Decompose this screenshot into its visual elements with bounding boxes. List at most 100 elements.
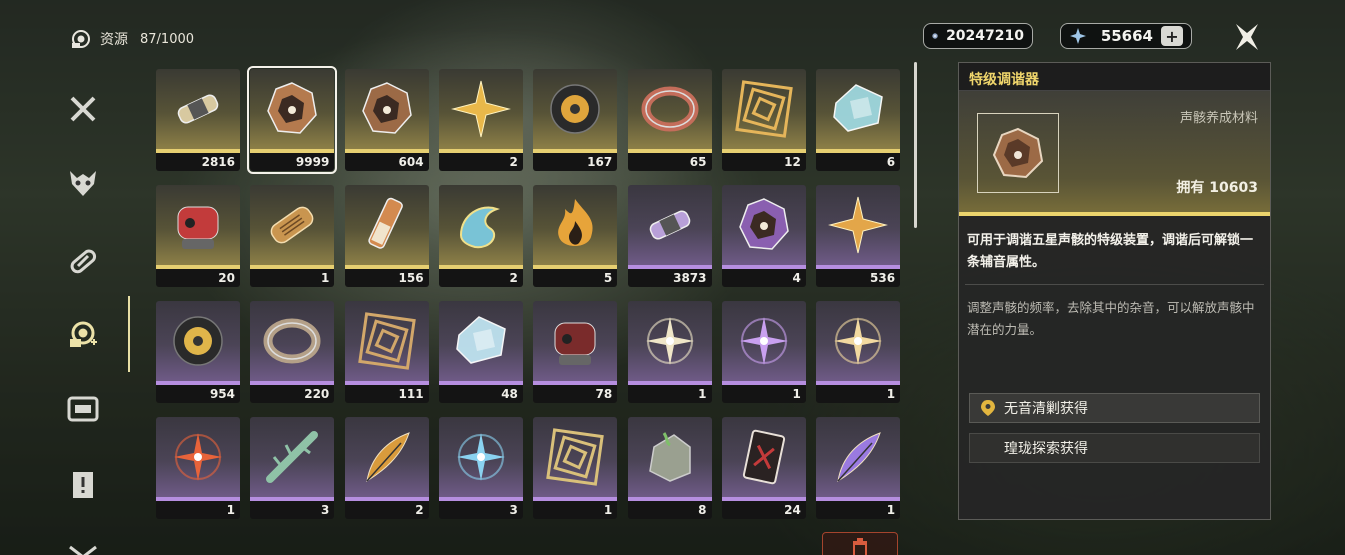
sidebar-item-mail[interactable]	[60, 532, 106, 555]
inventory-item[interactable]: 3	[250, 417, 335, 519]
item-quantity: 2	[344, 501, 429, 519]
resource-capacity: 87/1000	[140, 31, 195, 47]
inventory-item[interactable]: 2	[438, 185, 523, 287]
trash-icon	[853, 538, 867, 555]
inventory-item[interactable]: 536	[816, 185, 901, 287]
tuner-icon	[738, 198, 789, 250]
star-shard-icon	[828, 196, 889, 254]
inventory-item[interactable]: 12	[721, 69, 806, 171]
item-art	[816, 417, 901, 497]
inventory-item[interactable]: 1	[721, 301, 806, 403]
mask-icon	[554, 322, 596, 365]
item-quantity: 111	[344, 385, 429, 403]
item-quantity: 1	[816, 385, 901, 403]
item-quantity: 3	[438, 501, 523, 519]
canister-icon	[177, 94, 219, 124]
inventory-item[interactable]: 156	[344, 185, 429, 287]
item-art	[250, 301, 335, 381]
inventory-item[interactable]: 167	[533, 69, 618, 171]
item-quantity: 536	[816, 269, 901, 287]
inventory-item[interactable]: 604	[344, 69, 429, 171]
inventory-item[interactable]: 1	[533, 417, 618, 519]
item-quantity: 5	[533, 269, 618, 287]
grid-scrollbar[interactable]	[914, 62, 917, 228]
shell-credit-counter: 20247210	[923, 23, 1033, 49]
sidebar-item-quest-items[interactable]	[60, 462, 106, 508]
resource-title: 资源	[100, 32, 128, 48]
item-art	[721, 69, 806, 149]
item-quantity: 48	[438, 385, 523, 403]
sidebar-item-resources[interactable]	[60, 312, 106, 358]
item-quantity: 156	[344, 269, 429, 287]
inventory-item[interactable]: 78	[533, 301, 618, 403]
astrite-star-icon	[1070, 28, 1086, 44]
item-quantity: 220	[250, 385, 335, 403]
inventory-item[interactable]: 8	[627, 417, 712, 519]
tuner-icon	[267, 82, 318, 134]
inventory-item[interactable]: 65	[627, 69, 712, 171]
sidebar-active-indicator	[128, 296, 130, 372]
inventory-item[interactable]: 220	[250, 301, 335, 403]
item-quantity: 1	[627, 385, 712, 403]
item-quantity: 2816	[156, 153, 240, 171]
spark-icon	[739, 317, 788, 365]
close-icon[interactable]	[1232, 22, 1262, 52]
inventory-item[interactable]: 2816	[156, 69, 240, 171]
item-art	[250, 69, 335, 149]
ring-icon	[263, 318, 321, 364]
source-label: 瑝珑探索获得	[1004, 441, 1088, 457]
inventory-item[interactable]: 5	[533, 185, 618, 287]
inventory-item[interactable]: 954	[156, 301, 240, 403]
resource-header: 资源 87/1000	[70, 28, 194, 50]
item-quantity: 24	[721, 501, 806, 519]
orb-icon	[550, 84, 600, 134]
item-description: 可用于调谐五星声骸的特级装置，调谐后可解锁一条辅音属性。	[965, 216, 1264, 285]
source-button-exploration[interactable]: 瑝珑探索获得	[969, 433, 1260, 463]
inventory-item[interactable]: 48	[438, 301, 523, 403]
inventory-item[interactable]: 1	[816, 301, 901, 403]
inventory-item[interactable]: 1	[627, 301, 712, 403]
item-quantity: 604	[344, 153, 429, 171]
echo-mask-icon	[70, 171, 96, 196]
inventory-item[interactable]: 20	[156, 185, 240, 287]
inventory-item[interactable]: 3873	[627, 185, 712, 287]
add-astrite-button[interactable]: +	[1161, 26, 1183, 46]
inventory-item[interactable]: 9999	[247, 66, 338, 174]
feather-icon	[837, 432, 881, 483]
shell-credit-value: 20247210	[946, 28, 1024, 44]
tuner-icon	[361, 82, 412, 134]
crystal-icon	[456, 316, 506, 364]
discard-button[interactable]	[822, 532, 898, 555]
item-art	[816, 69, 901, 149]
inventory-item[interactable]: 4	[721, 185, 806, 287]
item-art	[156, 69, 240, 149]
branch-icon	[266, 431, 319, 483]
inventory-item[interactable]: 111	[344, 301, 429, 403]
inventory-item[interactable]: 24	[721, 417, 806, 519]
inventory-item[interactable]: 6	[816, 69, 901, 171]
sidebar-item-echoes[interactable]	[60, 160, 106, 206]
spiral-icon	[734, 80, 793, 138]
item-quantity: 65	[627, 153, 712, 171]
source-button-tacet-field[interactable]: 无音清剿获得	[969, 393, 1260, 423]
inventory-item[interactable]: 3	[438, 417, 523, 519]
pill-capsule-icon	[70, 249, 97, 274]
vial-icon	[367, 197, 403, 249]
item-art	[721, 301, 806, 381]
item-art	[344, 185, 429, 265]
item-quantity: 6	[816, 153, 901, 171]
inventory-item[interactable]: 2	[344, 417, 429, 519]
inventory-item[interactable]: 1	[816, 417, 901, 519]
item-art	[438, 301, 523, 381]
tuner-icon	[992, 127, 1044, 179]
inventory-item[interactable]: 1	[156, 417, 240, 519]
astrite-value: 55664	[1100, 27, 1153, 45]
inventory-item[interactable]: 2	[438, 69, 523, 171]
sidebar-item-consumables[interactable]	[60, 238, 106, 284]
sidebar-item-weapons[interactable]	[60, 86, 106, 132]
item-art	[627, 69, 712, 149]
inventory-item[interactable]: 1	[250, 185, 335, 287]
item-art	[533, 185, 618, 265]
item-detail-panel: 特级调谐器 声骸养成材料 拥有 10603 可用于调谐五星声骸的特级装置，调谐后…	[958, 62, 1271, 520]
sidebar-item-supplies[interactable]	[60, 386, 106, 432]
